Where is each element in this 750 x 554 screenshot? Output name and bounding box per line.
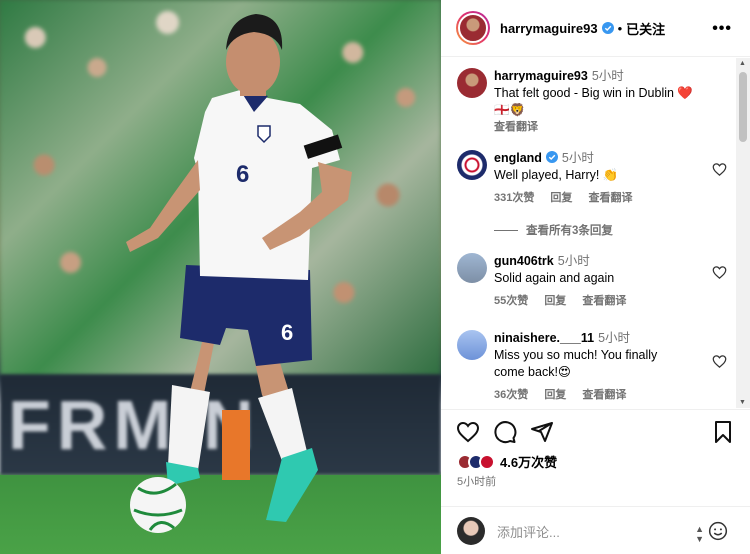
football-player: 6 6	[126, 14, 352, 533]
comment-username[interactable]: england	[494, 151, 542, 165]
like-comment-icon[interactable]	[712, 265, 727, 280]
comment-text: Solid again and again	[494, 271, 615, 285]
post-header: harrymaguire93 • 已关注 •••	[441, 0, 750, 57]
comment-avatar[interactable]	[457, 253, 487, 283]
comment-username[interactable]: gun406trk	[494, 254, 554, 268]
comment-text-line2: come back!😍	[494, 365, 571, 379]
comment-item: ninaishere.___11 5小时 Miss you so much! Yo…	[457, 330, 727, 404]
comments-scrollbar[interactable]: ▲ ▼	[736, 58, 750, 408]
share-icon[interactable]	[530, 420, 554, 444]
verified-badge-icon	[545, 151, 558, 163]
post-photo[interactable]: FRMIN 6 6	[0, 0, 441, 554]
comment-likes[interactable]: 55次赞	[494, 295, 528, 307]
liker-avatar	[479, 453, 495, 470]
translate-button[interactable]: 查看翻译	[582, 389, 626, 401]
save-bookmark-icon[interactable]	[711, 420, 735, 444]
comment-text: Well played, Harry! 👏	[494, 168, 619, 182]
verified-badge-icon	[601, 22, 614, 34]
reply-button[interactable]: 回复	[544, 295, 566, 307]
header-separator: •	[617, 20, 623, 36]
comment-likes[interactable]: 36次赞	[494, 389, 528, 401]
following-button[interactable]: 已关注	[626, 19, 665, 38]
scroll-down-icon[interactable]: ▼	[739, 399, 746, 406]
current-user-avatar	[457, 517, 485, 545]
scroll-up-icon[interactable]: ▲	[739, 60, 746, 67]
translate-button[interactable]: 查看翻译	[588, 192, 632, 204]
comment-icon[interactable]	[493, 420, 517, 444]
comment-item: england 5小时 Well played, Harry! 👏 331次赞 回…	[457, 150, 727, 207]
emoji-icon[interactable]	[708, 521, 728, 541]
comment-time[interactable]: 5小时	[562, 151, 594, 165]
comment-input[interactable]: 添加评论...	[497, 522, 560, 541]
caption-text: That felt good - Big win in Dublin ❤️	[494, 86, 693, 100]
caption-avatar[interactable]	[457, 68, 487, 98]
post-panel: harrymaguire93 • 已关注 ••• harrymaguire93 5…	[441, 0, 750, 554]
like-icon[interactable]	[456, 420, 480, 444]
caption-translate[interactable]: 查看翻译	[494, 119, 727, 136]
post-timestamp[interactable]: 5小时前	[457, 473, 496, 489]
post-actions: 4.6万次赞 5小时前 添加评论... ▲ ▼	[441, 409, 750, 554]
likes-summary[interactable]: 4.6万次赞	[457, 452, 557, 471]
shirt-number: 6	[236, 161, 249, 188]
comment-time[interactable]: 5小时	[598, 331, 630, 345]
comment-text: Miss you so much! You finally	[494, 348, 658, 362]
comment-time[interactable]: 5小时	[558, 254, 590, 268]
comment-avatar[interactable]	[457, 330, 487, 360]
caption-time[interactable]: 5小时	[592, 69, 624, 83]
comment-avatar[interactable]	[457, 150, 487, 180]
more-options-button[interactable]: •••	[712, 20, 732, 38]
add-comment-bar: 添加评论... ▲ ▼	[441, 506, 750, 554]
comments-list[interactable]: harrymaguire93 5小时 That felt good - Big w…	[441, 58, 750, 408]
input-spinner-icon: ▲ ▼	[695, 524, 704, 544]
view-replies-button[interactable]: 查看所有3条回复	[494, 222, 613, 238]
author-username[interactable]: harrymaguire93	[500, 21, 598, 36]
caption-text-line2: 🏴󠁧󠁢󠁥󠁮󠁧󠁿🦁	[494, 103, 526, 117]
comment-username[interactable]: ninaishere.___11	[494, 331, 594, 345]
likes-count[interactable]: 4.6万次赞	[500, 452, 557, 471]
comment-item: gun406trk 5小时 Solid again and again 55次赞 …	[457, 253, 727, 310]
like-comment-icon[interactable]	[712, 354, 727, 369]
scrollbar-thumb[interactable]	[739, 72, 747, 142]
comment-likes[interactable]: 331次赞	[494, 192, 534, 204]
shorts-number: 6	[281, 320, 293, 345]
author-avatar[interactable]	[456, 11, 490, 45]
translate-button[interactable]: 查看翻译	[582, 295, 626, 307]
reply-button[interactable]: 回复	[550, 192, 572, 204]
caption-username[interactable]: harrymaguire93	[494, 69, 588, 83]
caption: harrymaguire93 5小时 That felt good - Big w…	[457, 68, 727, 136]
reply-button[interactable]: 回复	[544, 389, 566, 401]
like-comment-icon[interactable]	[712, 162, 727, 177]
